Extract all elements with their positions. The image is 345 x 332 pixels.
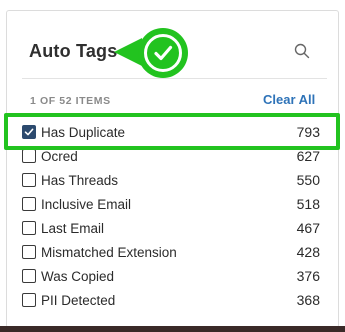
clear-all-link[interactable]: Clear All [263, 92, 315, 107]
header-divider [22, 78, 327, 79]
tag-row[interactable]: Inclusive Email 518 [22, 193, 320, 215]
tag-row[interactable]: Last Email 467 [22, 217, 320, 239]
tag-row[interactable]: Ocred 627 [22, 145, 320, 167]
tag-count: 793 [296, 124, 320, 140]
tag-checkbox[interactable] [22, 293, 36, 307]
tag-label: Mismatched Extension [41, 244, 177, 260]
tag-count: 550 [296, 172, 320, 188]
callout-badge [138, 28, 188, 78]
tag-count: 428 [296, 244, 320, 260]
tag-row[interactable]: Has Threads 550 [22, 169, 320, 191]
tag-count: 376 [296, 268, 320, 284]
bottom-strip [0, 326, 345, 332]
tag-count: 467 [296, 220, 320, 236]
tag-checkbox[interactable] [22, 269, 36, 283]
checkmark-icon [154, 45, 173, 61]
tag-label: PII Detected [41, 292, 116, 308]
tag-checkbox[interactable] [22, 197, 36, 211]
tag-row[interactable]: Was Copied 376 [22, 265, 320, 287]
tag-checkbox[interactable] [22, 173, 36, 187]
panel-title: Auto Tags [29, 41, 118, 61]
search-icon[interactable] [294, 43, 310, 59]
check-icon [24, 128, 34, 136]
tag-label: Was Copied [41, 268, 115, 284]
tag-count: 368 [296, 292, 320, 308]
tag-checkbox[interactable] [22, 221, 36, 235]
tag-count: 627 [296, 148, 320, 164]
tag-count: 518 [296, 196, 320, 212]
tag-checkbox[interactable] [22, 149, 36, 163]
tag-label: Last Email [41, 220, 105, 236]
tag-checkbox[interactable] [22, 125, 36, 139]
tag-row[interactable]: Mismatched Extension 428 [22, 241, 320, 263]
tag-label: Has Duplicate [41, 124, 126, 140]
tag-row[interactable]: PII Detected 368 [22, 289, 320, 311]
tag-label: Ocred [41, 148, 78, 164]
tag-checkbox[interactable] [22, 245, 36, 259]
item-count-label: 1 OF 52 ITEMS [30, 95, 111, 107]
tag-label: Inclusive Email [41, 196, 132, 212]
tag-row[interactable]: Has Duplicate 793 [22, 121, 320, 143]
tag-label: Has Threads [41, 172, 119, 188]
